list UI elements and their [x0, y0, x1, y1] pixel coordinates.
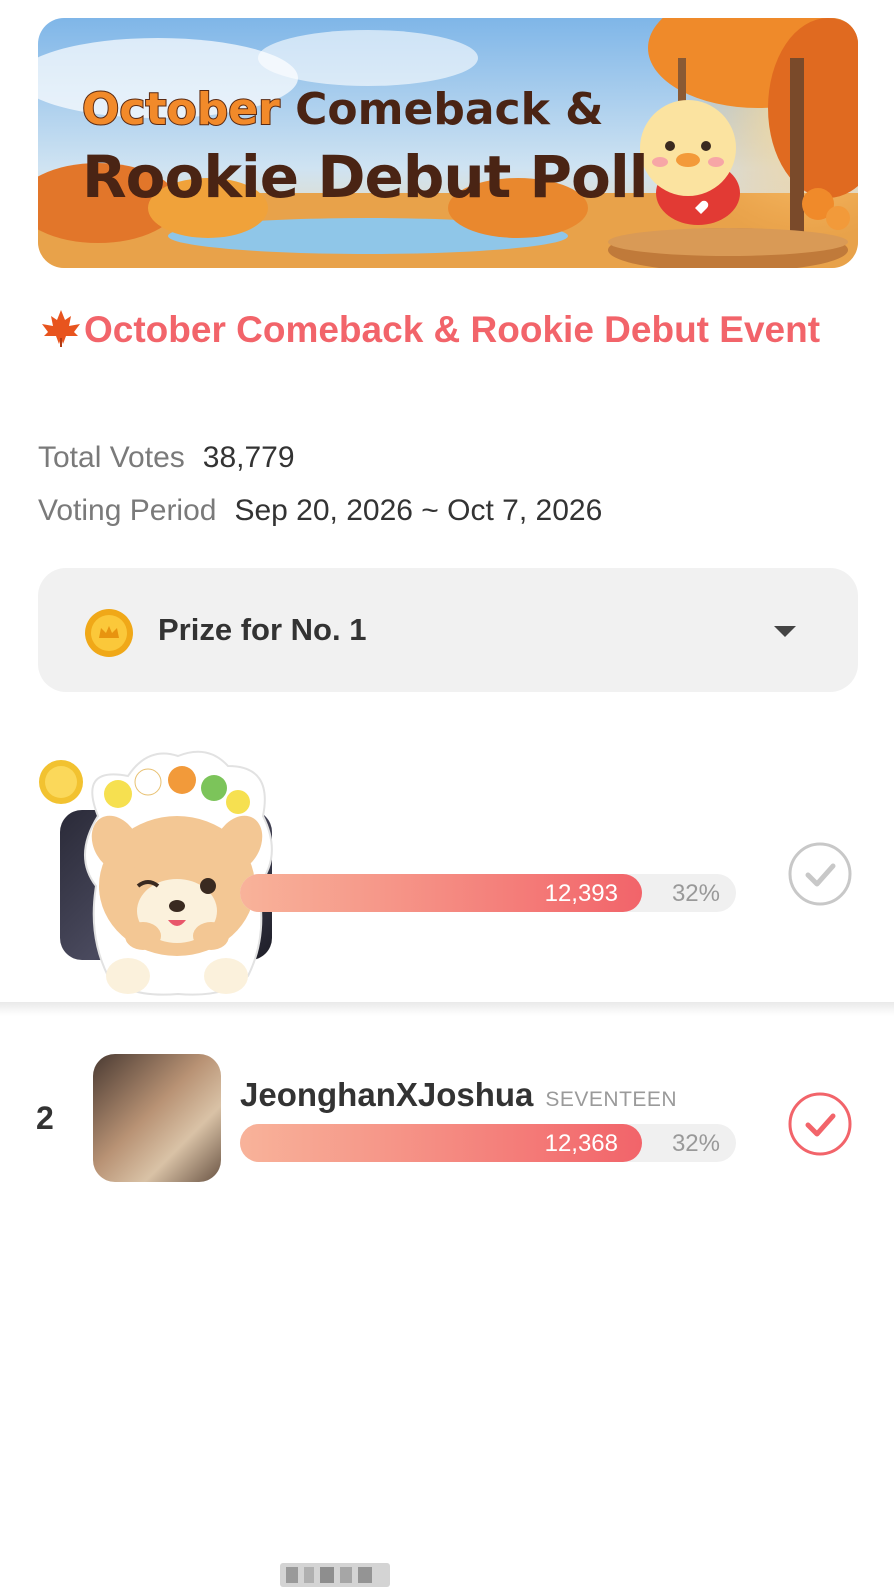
vote-check-icon[interactable] — [788, 1092, 852, 1156]
banner-headline-line1: October Comeback & — [81, 87, 604, 133]
total-votes-label: Total Votes — [38, 441, 185, 474]
banner-headline-line2: Rookie Debut Poll — [82, 143, 649, 211]
deer-mascot-sticker-icon — [84, 750, 273, 996]
prize-label: Prize for No. 1 — [158, 612, 367, 647]
voting-period-value: Sep 20, 2026 ~ Oct 7, 2026 — [234, 494, 603, 527]
chevron-down-icon[interactable] — [774, 626, 796, 637]
vote-count: 12,368 — [544, 1130, 618, 1157]
artist-name: JeonghanXJoshua SEVENTEEN — [240, 1076, 677, 1114]
artist-name-text: JeonghanXJoshua — [240, 1076, 534, 1113]
banner-month-text: October — [81, 84, 281, 135]
event-banner[interactable]: October Comeback & Rookie Debut Poll — [38, 18, 858, 268]
gold-coin-icon — [85, 609, 133, 657]
vote-percent: 32% — [671, 880, 720, 907]
artist-name-blurred — [280, 1563, 390, 1587]
section-divider — [0, 1002, 894, 1016]
rank-number: 2 — [36, 1100, 54, 1136]
rank-row-1[interactable]: 12,393 32% — [0, 730, 894, 1587]
vote-percent: 32% — [671, 1130, 720, 1157]
voting-period-row: Voting Period Sep 20, 2026 ~ Oct 7, 2026 — [38, 493, 602, 529]
maple-leaf-icon — [42, 310, 80, 347]
vote-check-icon[interactable] — [788, 842, 852, 906]
prize-dropdown[interactable]: Prize for No. 1 — [38, 568, 858, 692]
banner-comeback-text: Comeback & — [295, 84, 604, 135]
total-votes-row: Total Votes 38,779 — [38, 440, 295, 476]
vote-bar-track: 12,393 32% — [240, 874, 736, 912]
vote-bar-track: 12,368 32% — [240, 1124, 736, 1162]
artist-group: SEVENTEEN — [545, 1088, 678, 1111]
event-title: October Comeback & Rookie Debut Event — [38, 306, 838, 354]
vote-count: 12,393 — [544, 880, 618, 907]
artist-thumbnail[interactable] — [93, 1054, 221, 1182]
voting-period-label: Voting Period — [38, 494, 217, 527]
total-votes-value: 38,779 — [202, 441, 295, 474]
rank-row-2[interactable]: 2 JeonghanXJoshua SEVENTEEN 12,368 32% — [0, 1050, 894, 1200]
event-title-text: October Comeback & Rookie Debut Event — [84, 309, 821, 350]
